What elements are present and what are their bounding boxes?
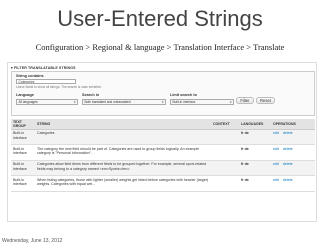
filter-button[interactable]: Filter [236,97,254,104]
drupal-translate-screenshot: ▾ FILTER TRANSLATABLE STRINGS String con… [7,62,317,222]
row-languages: fr de [239,129,271,145]
select-arrow-icon: ⇕ [73,100,76,104]
reset-button[interactable]: Reset [256,97,275,104]
row-string: The category the new field should be par… [35,144,211,161]
header-languages: LANGUAGES [239,119,271,130]
select-arrow-icon: ⇕ [161,100,164,104]
slide-title: User-Entered Strings [57,6,263,31]
edit-link[interactable]: edit [273,147,279,151]
search-in-select-value: Both translated and untranslated [84,100,131,104]
delete-link[interactable]: delete [283,178,293,182]
row-languages: fr de [239,160,271,176]
row-group: Built-in interface [11,144,35,161]
row-languages: fr de [239,175,271,192]
row-context [211,129,239,145]
row-context [211,144,239,161]
header-context: CONTEXT [211,119,239,130]
search-in-select[interactable]: Both translated and untranslated ⇕ [82,99,166,105]
edit-link[interactable]: edit [273,178,279,182]
language-label: Language [16,93,34,97]
edit-link[interactable]: edit [273,162,279,166]
row-operations: edit delete [271,129,315,145]
language-select[interactable]: All languages ⇕ [16,99,78,105]
row-string: When listing categories, those with ligh… [35,175,211,192]
breadcrumb: Configuration > Regional & language > Tr… [35,42,285,52]
row-string: Categories [35,129,211,145]
string-contains-hint: Leave blank to show all strings. The sea… [16,85,103,89]
delete-link[interactable]: delete [283,131,293,135]
table-row: Built-in interface Categories fr de edit… [11,129,315,145]
row-operations: edit delete [271,160,315,176]
edit-link[interactable]: edit [273,131,279,135]
row-context [211,175,239,192]
row-group: Built-in interface [11,160,35,176]
row-context [211,160,239,176]
select-arrow-icon: ⇕ [229,100,232,104]
row-group: Built-in interface [11,129,35,145]
delete-link[interactable]: delete [283,147,293,151]
filter-fieldset-legend[interactable]: ▾ FILTER TRANSLATABLE STRINGS [11,66,76,70]
string-contains-input[interactable]: Categories [16,79,76,84]
header-text-group: TEXT GROUP [11,119,35,130]
header-string: STRING [35,119,211,130]
table-row: Built-in interface Categories allow fiel… [11,160,315,176]
limit-search-select-value: Built-in interface [172,100,196,104]
row-operations: edit delete [271,144,315,161]
row-string: Categories allow field items from differ… [35,160,211,176]
language-select-value: All languages [18,100,38,104]
footer-date: Wednesday, June 13, 2012 [2,238,63,244]
filter-fieldset: String contains Categories Leave blank t… [11,71,315,116]
string-contains-label: String contains [16,74,44,78]
limit-search-label: Limit search to [170,93,198,97]
search-in-label: Search in [82,93,100,97]
row-languages: fr de [239,144,271,161]
row-group: Built-in interface [11,175,35,192]
table-row: Built-in interface The category the new … [11,144,315,161]
row-operations: edit delete [271,175,315,192]
delete-link[interactable]: delete [283,162,293,166]
limit-search-select[interactable]: Built-in interface ⇕ [170,99,234,105]
table-header-row: TEXT GROUP STRING CONTEXT LANGUAGES OPER… [11,119,315,130]
strings-table: TEXT GROUP STRING CONTEXT LANGUAGES OPER… [11,119,315,192]
header-operations: OPERATIONS [271,119,315,130]
table-row: Built-in interface When listing categori… [11,175,315,192]
